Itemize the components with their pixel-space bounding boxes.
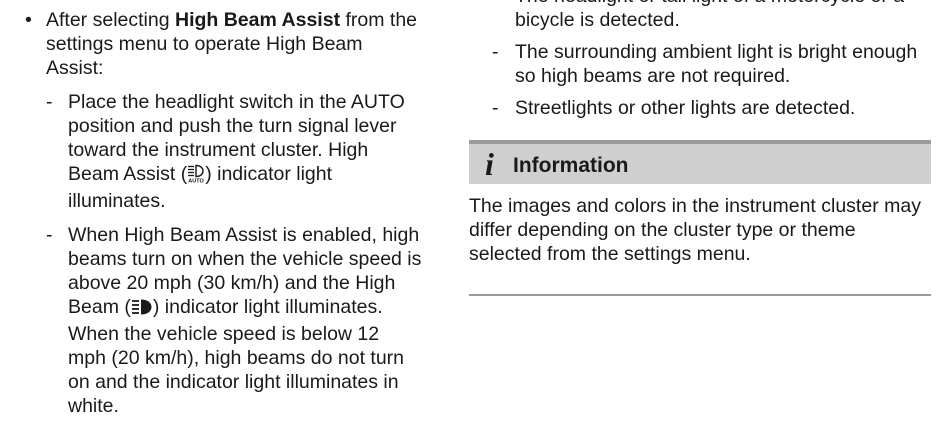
dash-mark: - — [46, 224, 53, 246]
right-column: - The headlight or tail light of a motor… — [469, 0, 931, 296]
information-icon: i — [485, 146, 494, 182]
dash-mark: - — [492, 41, 499, 63]
dash-mark: - — [46, 91, 53, 113]
condition-text: Streetlights or other lights are detecte… — [515, 97, 856, 119]
condition-text: The headlight or tail light of a motorcy… — [515, 0, 904, 31]
information-body: The images and colors in the instrument … — [469, 195, 921, 265]
sub-item-headlight-switch: - Place the headlight switch in the AUTO… — [22, 90, 422, 213]
information-box: i Information The images and colors in t… — [469, 140, 931, 296]
bullet-mark: • — [25, 9, 32, 31]
high-beam-icon — [131, 298, 153, 322]
condition-item-ambient-light: - The surrounding ambient light is brigh… — [469, 40, 931, 88]
information-title: Information — [513, 154, 629, 177]
dash-mark: - — [492, 0, 499, 8]
condition-item-motorcycle: - The headlight or tail light of a motor… — [469, 0, 931, 32]
condition-text: The surrounding ambient light is bright … — [515, 41, 918, 87]
high-beam-assist-auto-icon: AUTO — [187, 163, 205, 189]
svg-text:AUTO: AUTO — [188, 179, 204, 184]
left-column: • After selecting High Beam Assist from … — [22, 8, 422, 418]
information-header: i Information — [469, 140, 931, 184]
condition-item-streetlights: - Streetlights or other lights are detec… — [469, 96, 931, 120]
bullet-item: • After selecting High Beam Assist from … — [22, 8, 422, 80]
dash-mark: - — [492, 97, 499, 119]
bullet-prefix: After selecting — [46, 9, 175, 31]
bullet-bold-term: High Beam Assist — [174, 9, 341, 31]
sub-item-high-beam-enabled: - When High Beam Assist is enabled, high… — [22, 223, 422, 418]
divider — [469, 294, 931, 296]
